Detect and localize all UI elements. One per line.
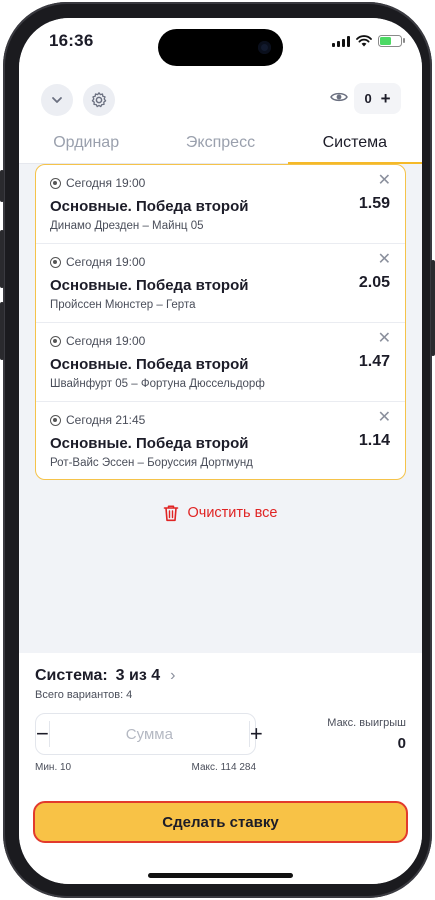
stake-stepper: − + [35,713,263,755]
stake-max: Макс. 114 284 [191,762,256,773]
system-label: Система: [35,667,108,684]
stake-input[interactable] [48,721,250,747]
bet-odds: 1.14 [358,432,390,449]
event-time-text: Сегодня 19:00 [66,334,146,348]
max-win: Макс. выигрыш 0 [327,717,406,752]
bet-match: Пройссен Мюнстер – Герта [50,299,196,311]
event-time: Сегодня 19:00 [50,255,145,269]
tab-system[interactable]: Система [287,128,422,164]
bet-odds: 1.59 [358,195,390,212]
camera-icon [258,41,271,54]
max-win-label: Макс. выигрыш [327,717,406,729]
bet-item[interactable]: Сегодня 19:00 ✕ Основные. Победа второй … [36,244,405,323]
bet-odds: 2.05 [358,274,390,291]
dynamic-island [158,29,283,66]
bet-market: Основные. Победа второй [50,356,249,373]
clear-all-button[interactable]: Очистить все [19,504,422,522]
collapse-button[interactable] [41,84,73,116]
screen: 16:36 0 + Ординар Экспресс Система Сегод… [19,18,422,884]
stake-min: Мин. 10 [35,762,72,773]
bet-list: Сегодня 19:00 ✕ Основные. Победа второй … [35,164,406,480]
chevron-right-icon: › [170,667,176,684]
volume-down-button [0,302,4,360]
home-indicator [148,873,293,878]
bet-settings-panel: Система: 3 из 4 › Всего вариантов: 4 − +… [19,653,422,884]
clear-all-label: Очистить все [187,505,278,521]
place-bet-button[interactable]: Сделать ставку [33,801,408,843]
status-icons [332,35,405,47]
bet-match: Швайнфурт 05 – Фортуна Дюссельдорф [50,378,265,390]
bet-match: Динамо Дрезден – Майнц 05 [50,220,204,232]
decrease-stake-button[interactable]: − [36,721,49,747]
chevron-down-icon [52,97,62,103]
tab-single[interactable]: Ординар [19,128,153,163]
event-time: Сегодня 21:45 [50,413,145,427]
event-time-text: Сегодня 21:45 [66,413,146,427]
remove-bet-button[interactable]: ✕ [378,170,391,190]
system-value: 3 из 4 [115,667,161,684]
bet-market: Основные. Победа второй [50,277,249,294]
phone-frame: 16:36 0 + Ординар Экспресс Система Сегод… [0,2,435,898]
betslip-header: 0 + Ординар Экспресс Система [19,74,422,164]
soccer-ball-icon [50,335,61,347]
bet-type-tabs: Ординар Экспресс Система [19,128,422,164]
status-bar: 16:36 [19,18,422,74]
bet-item[interactable]: Сегодня 21:45 ✕ Основные. Победа второй … [36,402,405,479]
power-button [431,260,435,356]
bet-item[interactable]: Сегодня 19:00 ✕ Основные. Победа второй … [36,323,405,402]
bet-counter-value: 0 [364,91,372,106]
tab-express[interactable]: Экспресс [153,128,287,163]
event-time: Сегодня 19:00 [50,176,145,190]
remove-bet-button[interactable]: ✕ [378,328,391,348]
remove-bet-button[interactable]: ✕ [378,407,391,427]
eye-icon[interactable] [330,90,348,104]
trash-icon [164,505,179,522]
add-icon[interactable]: + [381,90,391,107]
remove-bet-button[interactable]: ✕ [378,249,391,269]
cellular-signal-icon [332,35,350,47]
bet-market: Основные. Победа второй [50,198,249,215]
event-time-text: Сегодня 19:00 [66,176,146,190]
status-time: 16:36 [49,31,94,50]
gear-icon [91,92,107,108]
bet-counter[interactable]: 0 + [354,83,401,114]
action-button [0,170,4,202]
bet-odds: 1.47 [358,353,390,370]
wifi-icon [356,35,372,47]
bet-market: Основные. Победа второй [50,435,249,452]
increase-stake-button[interactable]: + [250,721,263,747]
variants-count: Всего вариантов: 4 [35,689,133,701]
soccer-ball-icon [50,414,61,426]
volume-up-button [0,230,4,288]
max-win-value: 0 [397,735,406,752]
bet-match: Рот-Вайс Эссен – Боруссия Дортмунд [50,457,253,469]
event-time-text: Сегодня 19:00 [66,255,146,269]
system-selector[interactable]: Система: 3 из 4 › [35,667,175,685]
battery-icon [378,35,405,47]
event-time: Сегодня 19:00 [50,334,145,348]
soccer-ball-icon [50,256,61,268]
settings-button[interactable] [83,84,115,116]
bet-item[interactable]: Сегодня 19:00 ✕ Основные. Победа второй … [36,165,405,244]
soccer-ball-icon [50,177,61,189]
stake-limits: Мин. 10 Макс. 114 284 [35,762,256,773]
